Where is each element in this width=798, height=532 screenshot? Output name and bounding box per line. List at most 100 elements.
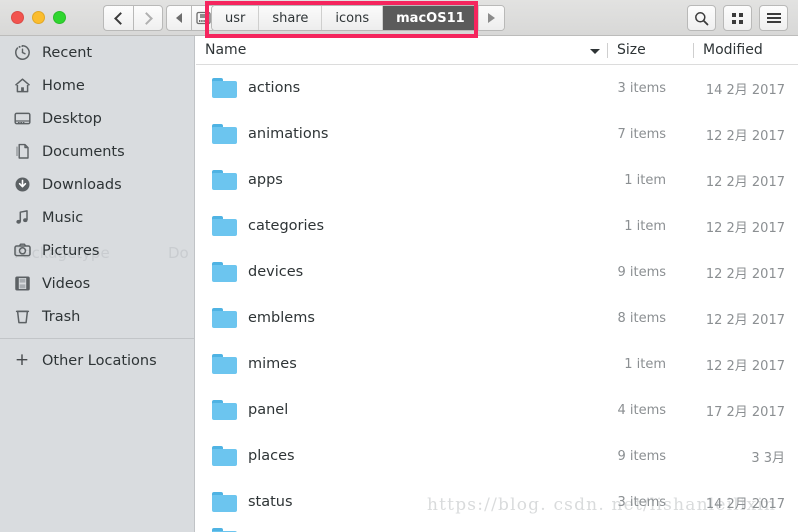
window-controls xyxy=(11,11,66,24)
close-button[interactable] xyxy=(11,11,24,24)
table-row[interactable]: animations 7 items 12 2月 2017 xyxy=(196,111,798,157)
file-manager-window: usr share icons macOS11 Packagetype Do R… xyxy=(0,0,798,532)
file-modified: 12 2月 2017 xyxy=(705,128,785,144)
film-icon xyxy=(12,274,32,294)
file-modified: 14 2月 2017 xyxy=(705,82,785,98)
navigation-buttons xyxy=(103,5,163,31)
file-modified: 17 2月 2017 xyxy=(705,404,785,420)
sidebar-item-label: Documents xyxy=(42,143,125,160)
download-icon xyxy=(12,175,32,195)
sidebar-item-videos[interactable]: Videos xyxy=(0,267,194,300)
folder-icon xyxy=(212,446,237,466)
menu-button[interactable] xyxy=(759,5,788,31)
sidebar: Packagetype Do Recent Home Desktop Docum… xyxy=(0,36,195,532)
file-modified: 12 2月 2017 xyxy=(705,220,785,236)
table-row[interactable]: categories 1 item 12 2月 2017 xyxy=(196,203,798,249)
file-modified: 3 3月 xyxy=(751,450,785,466)
column-headers: Name Size Modified xyxy=(196,36,798,65)
sidebar-item-other-locations[interactable]: + Other Locations xyxy=(0,344,194,377)
table-row[interactable]: status 3 items 14 2月 2017 xyxy=(196,479,798,525)
column-divider xyxy=(607,43,608,58)
folder-icon xyxy=(212,216,237,236)
file-name: animations xyxy=(248,126,329,142)
chevron-left-icon xyxy=(113,11,127,25)
sidebar-item-label: Recent xyxy=(42,44,93,61)
folder-icon xyxy=(212,308,237,328)
triangle-right-icon xyxy=(487,13,495,23)
clock-icon xyxy=(12,43,32,63)
folder-icon xyxy=(212,400,237,420)
sidebar-item-downloads[interactable]: Downloads xyxy=(0,168,194,201)
file-name: actions xyxy=(248,80,301,96)
table-row[interactable]: actions 3 items 14 2月 2017 xyxy=(196,65,798,111)
sidebar-item-label: Music xyxy=(42,209,84,226)
table-row[interactable]: devices 9 items 12 2月 2017 xyxy=(196,249,798,295)
table-row[interactable]: panel 4 items 17 2月 2017 xyxy=(196,387,798,433)
sidebar-item-music[interactable]: Music xyxy=(0,201,194,234)
column-header-size[interactable]: Size xyxy=(617,42,646,58)
desktop-icon xyxy=(12,109,32,129)
table-row[interactable]: mimes 1 item 12 2月 2017 xyxy=(196,341,798,387)
table-row[interactable] xyxy=(196,525,798,532)
toolbar-actions xyxy=(687,5,788,31)
file-name: emblems xyxy=(248,310,315,326)
file-name: status xyxy=(248,494,293,510)
sort-descending-icon xyxy=(590,49,600,54)
column-header-name[interactable]: Name xyxy=(205,42,246,58)
file-size: 4 items xyxy=(617,402,666,418)
breadcrumb-item-share[interactable]: share xyxy=(259,6,323,30)
file-name: places xyxy=(248,448,295,464)
search-icon xyxy=(695,11,709,25)
file-size: 1 item xyxy=(624,356,666,372)
breadcrumb-next-button[interactable] xyxy=(478,6,504,30)
table-row[interactable]: emblems 8 items 12 2月 2017 xyxy=(196,295,798,341)
triangle-left-icon xyxy=(176,13,182,23)
path-prefix-group xyxy=(166,5,216,31)
file-name: mimes xyxy=(248,356,297,372)
grid-icon xyxy=(732,12,743,24)
folder-icon xyxy=(212,262,237,282)
sidebar-item-desktop[interactable]: Desktop xyxy=(0,102,194,135)
sidebar-item-trash[interactable]: Trash xyxy=(0,300,194,333)
sidebar-item-label: Other Locations xyxy=(42,352,157,369)
file-modified: 12 2月 2017 xyxy=(705,266,785,282)
file-size: 1 item xyxy=(624,172,666,188)
file-name: categories xyxy=(248,218,325,234)
sidebar-item-pictures[interactable]: Pictures xyxy=(0,234,194,267)
path-previous-button[interactable] xyxy=(166,5,191,31)
search-button[interactable] xyxy=(687,5,716,31)
column-divider xyxy=(693,43,694,58)
file-size: 7 items xyxy=(617,126,666,142)
breadcrumb-item-macos11[interactable]: macOS11 xyxy=(383,6,479,30)
breadcrumb-item-icons[interactable]: icons xyxy=(322,6,384,30)
breadcrumb: usr share icons macOS11 xyxy=(211,5,505,31)
music-icon xyxy=(12,208,32,228)
camera-icon xyxy=(12,241,32,261)
column-header-modified[interactable]: Modified xyxy=(703,42,763,58)
sidebar-item-home[interactable]: Home xyxy=(0,69,194,102)
table-row[interactable]: apps 1 item 12 2月 2017 xyxy=(196,157,798,203)
sidebar-item-label: Trash xyxy=(42,308,81,325)
folder-icon xyxy=(212,528,237,532)
sidebar-item-recent[interactable]: Recent xyxy=(0,36,194,69)
hamburger-icon xyxy=(766,11,781,25)
file-size: 3 items xyxy=(617,494,666,510)
sidebar-item-documents[interactable]: Documents xyxy=(0,135,194,168)
view-grid-button[interactable] xyxy=(723,5,752,31)
back-button[interactable] xyxy=(103,5,133,31)
plus-icon: + xyxy=(14,350,30,370)
sidebar-item-label: Desktop xyxy=(42,110,102,127)
file-name: devices xyxy=(248,264,304,280)
sidebar-item-label: Pictures xyxy=(42,242,100,259)
breadcrumb-item-usr[interactable]: usr xyxy=(212,6,260,30)
maximize-button[interactable] xyxy=(53,11,66,24)
folder-icon xyxy=(212,492,237,512)
sidebar-divider xyxy=(0,338,194,339)
sidebar-item-label: Downloads xyxy=(42,176,122,193)
minimize-button[interactable] xyxy=(32,11,45,24)
forward-button[interactable] xyxy=(133,5,163,31)
table-row[interactable]: places 9 items 3 3月 xyxy=(196,433,798,479)
file-name: apps xyxy=(248,172,283,188)
file-modified: 12 2月 2017 xyxy=(705,312,785,328)
folder-icon xyxy=(212,124,237,144)
